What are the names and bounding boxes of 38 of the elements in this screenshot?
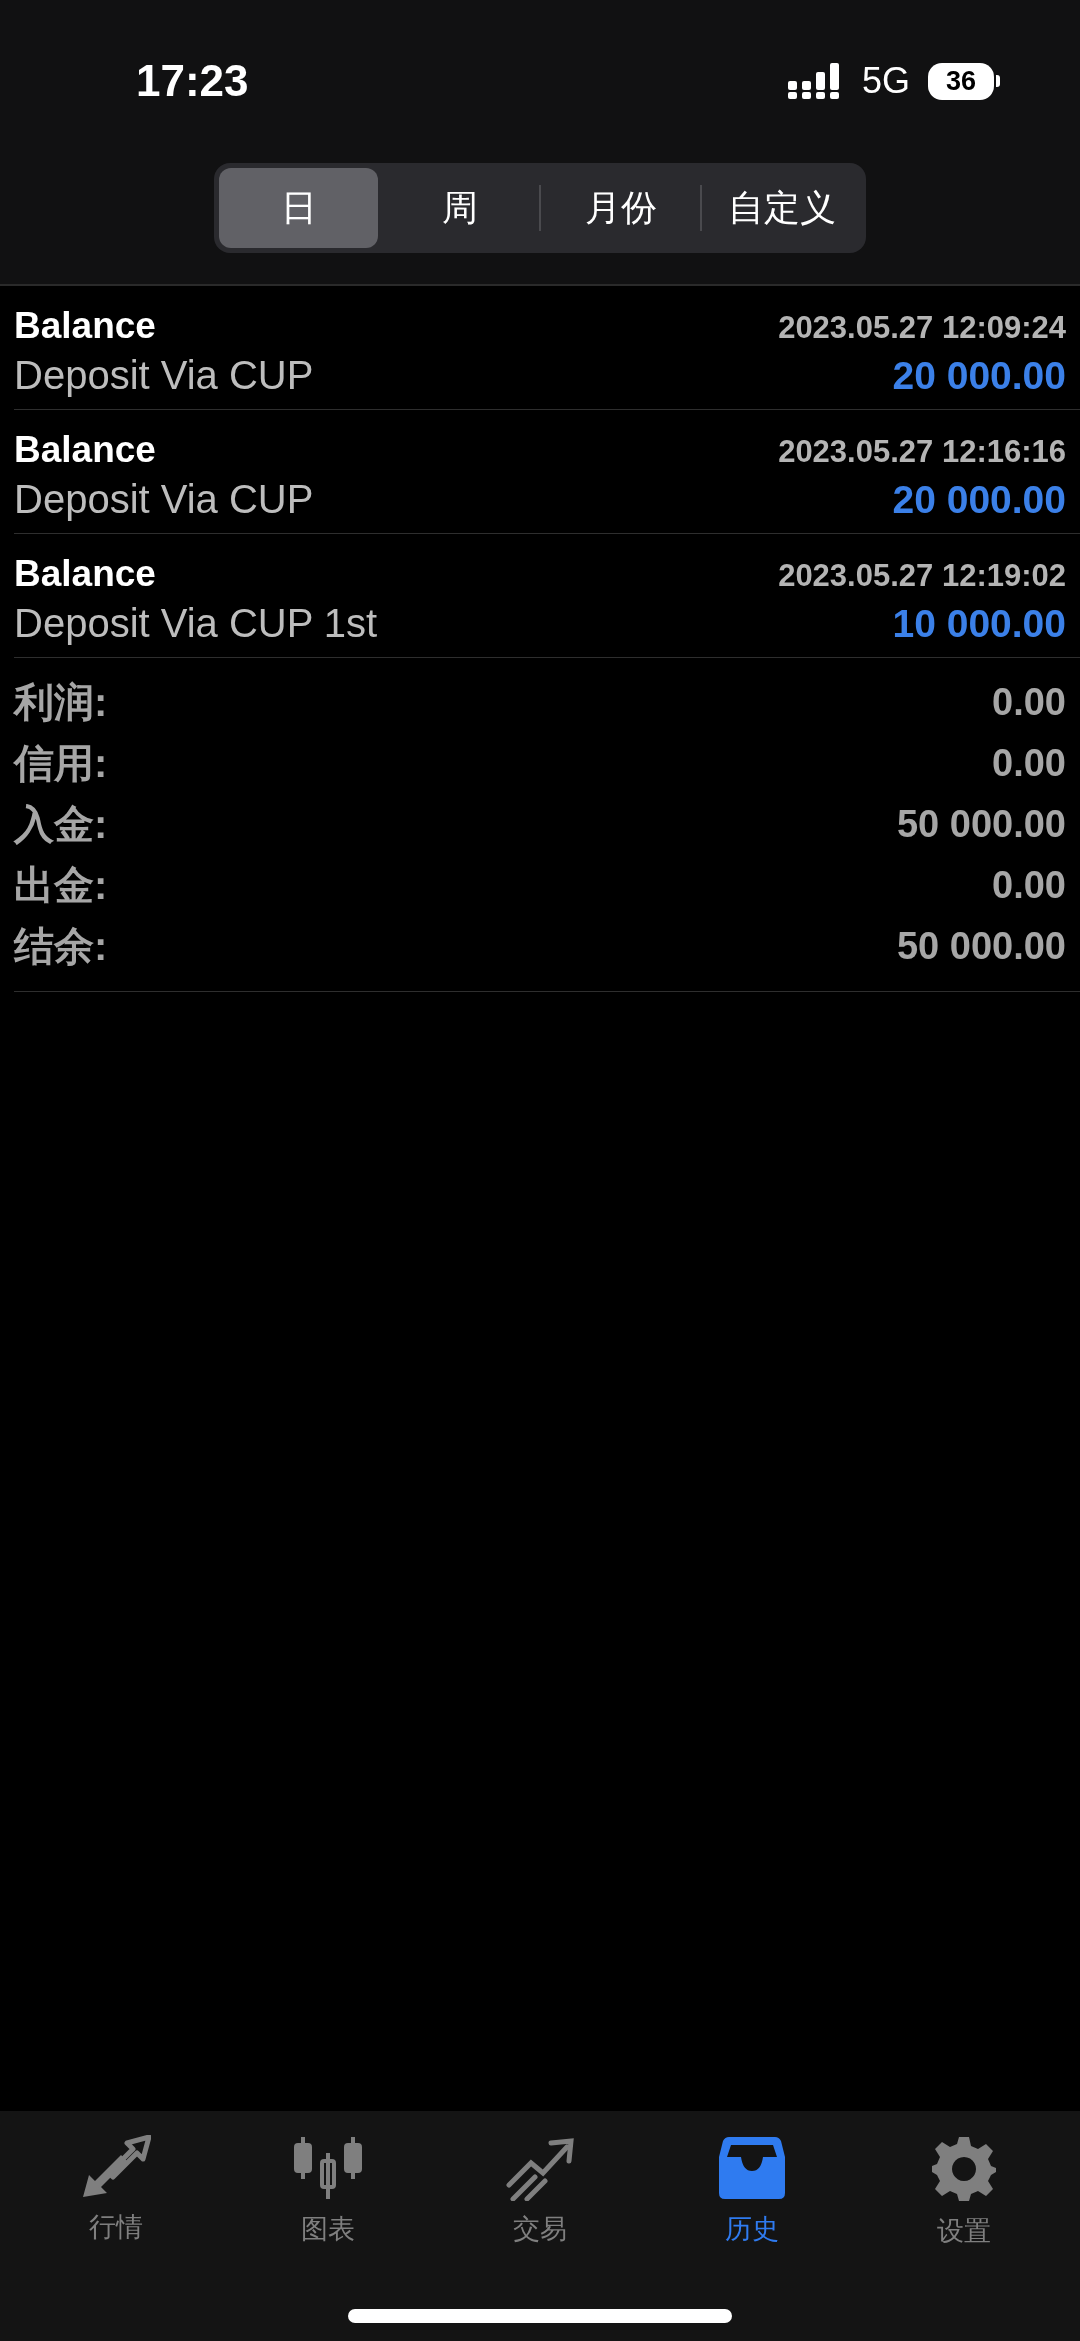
deal-time: 2023.05.27 12:16:16 [778,434,1066,470]
summary-label: 结余: [14,923,108,970]
summary-label: 入金: [14,801,108,848]
settings-icon [930,2135,998,2203]
deal-type: Balance [14,553,156,595]
summary-value: 0.00 [992,681,1066,724]
tab-item[interactable]: 图表 [248,2135,408,2249]
deal-comment: Deposit Via CUP 1st [14,601,378,646]
deal-type: Balance [14,429,156,471]
deal-type: Balance [14,305,156,347]
trend-arrow-icon [505,2135,575,2201]
deal-amount: 20 000.00 [892,478,1066,522]
tab-item[interactable]: 交易 [460,2135,620,2249]
tab-item[interactable]: 历史 [672,2135,832,2249]
inbox-tray-icon [717,2135,787,2201]
deal-comment: Deposit Via CUP [14,353,314,398]
period-tab[interactable]: 月份 [541,168,700,248]
tab-item[interactable]: 设置 [884,2135,1044,2249]
summary-value: 0.00 [992,742,1066,785]
summary-label: 出金: [14,862,108,909]
summary-label: 利润: [14,679,108,726]
period-tab[interactable]: 周 [380,168,539,248]
quotes-arrows-icon [81,2135,151,2199]
deal-time: 2023.05.27 12:09:24 [778,310,1066,346]
clock-time: 17:23 [136,56,249,106]
candlestick-icon [293,2135,363,2201]
summary-value: 0.00 [992,864,1066,907]
period-tab[interactable]: 日 [219,168,378,248]
tab-item[interactable]: 行情 [36,2135,196,2249]
deal-time: 2023.05.27 12:19:02 [778,558,1066,594]
deal-comment: Deposit Via CUP [14,477,314,522]
deal-amount: 20 000.00 [892,354,1066,398]
summary-value: 50 000.00 [896,803,1066,846]
deal-amount: 10 000.00 [892,602,1066,646]
period-tab[interactable]: 自定义 [702,168,861,248]
network-label: 5G [861,60,910,102]
summary-value: 50 000.00 [896,925,1066,968]
summary-label: 信用: [14,740,108,787]
